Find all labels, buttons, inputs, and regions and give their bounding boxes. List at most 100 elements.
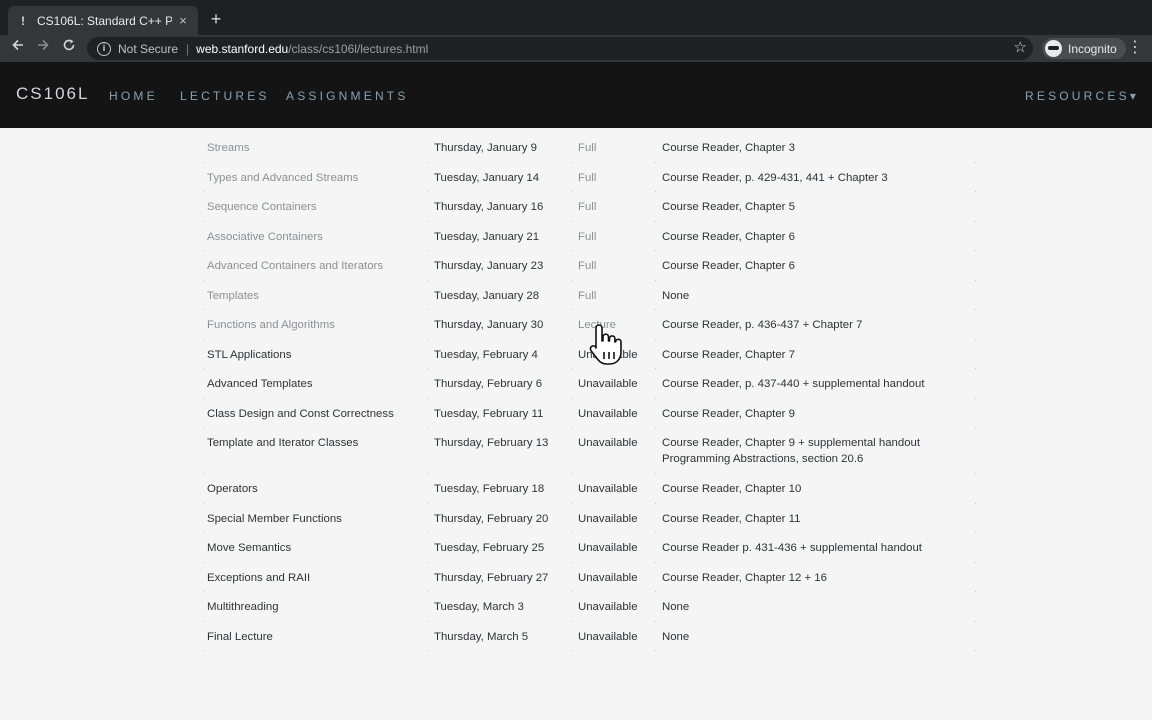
lecture-date: Tuesday, January 21 [434,231,540,243]
cell-border-dot [571,339,572,340]
kebab-menu-icon[interactable]: ⋮ [1126,36,1144,60]
lecture-date: Tuesday, February 11 [434,408,544,420]
lecture-reading: None [662,631,690,643]
cell-border-dot [571,473,572,474]
profile-label: Incognito [1068,41,1117,56]
cell-border-dot [571,250,572,251]
lecture-reading: Course Reader, Chapter 12 + 16 [662,572,827,584]
lecture-status[interactable]: Full [578,170,596,186]
cell-border-dot [427,221,428,222]
cell-border-dot [571,309,572,310]
cell-border-dot [203,427,204,428]
cell-border-dot [571,427,572,428]
lecture-status: Unavailable [578,437,638,449]
cell-border-dot [655,532,656,533]
lecture-reading: Course Reader, Chapter 3 [662,142,795,154]
cell-border-dot [975,368,976,369]
browser-tab-strip: ! CS106L: Standard C++ Program × + [0,0,1152,35]
cell-border-dot [975,162,976,163]
back-arrow-icon[interactable] [6,36,30,60]
lecture-topic: Streams [207,142,250,154]
lecture-topic: Templates [207,290,259,302]
lecture-reading: Course Reader p. 431-436 + supplemental … [662,542,922,554]
lecture-topic: Special Member Functions [207,513,342,525]
cell-border-dot [655,368,656,369]
cell-border-dot [975,250,976,251]
cell-border-dot [975,621,976,622]
lecture-topic: Advanced Templates [207,378,313,390]
lecture-reading: Course Reader, Chapter 10 [662,483,802,495]
cell-border-dot [427,650,428,651]
cell-border-dot [975,221,976,222]
cell-border-dot [975,562,976,563]
cell-border-dot [975,532,976,533]
cell-border-dot [427,309,428,310]
cell-border-dot [203,398,204,399]
cell-border-dot [655,221,656,222]
site-brand[interactable]: CS106L [16,84,89,104]
lecture-status[interactable]: Full [578,199,596,215]
browser-tab[interactable]: ! CS106L: Standard C++ Program × [8,6,198,35]
cell-border-dot [571,280,572,281]
lecture-reading: None [662,601,690,613]
new-tab-icon[interactable]: + [206,8,226,30]
star-icon[interactable]: ☆ [1014,40,1027,56]
cell-border-dot [655,191,656,192]
cell-border-dot [655,427,656,428]
nav-home[interactable]: HOME [109,89,158,103]
lecture-reading: Course Reader, Chapter 9 [662,408,795,420]
lecture-date: Tuesday, February 25 [434,542,545,554]
cell-border-dot [571,503,572,504]
lecture-reading: Course Reader, Chapter 6 [662,260,795,272]
incognito-profile-button[interactable]: Incognito [1042,38,1126,59]
lecture-status[interactable]: Full [578,288,596,304]
cell-border-dot [571,532,572,533]
incognito-icon [1045,40,1062,57]
cell-border-dot [655,339,656,340]
cell-border-dot [975,309,976,310]
lecture-date: Thursday, February 27 [434,572,549,584]
reload-icon[interactable] [57,36,81,60]
lecture-topic: Associative Containers [207,231,323,243]
cell-border-dot [203,191,204,192]
cell-border-dot [203,591,204,592]
forward-arrow-icon[interactable] [31,36,55,60]
lecture-status[interactable]: Full [578,140,596,156]
lecture-topic: Class Design and Const Correctness [207,408,394,420]
hand-cursor-icon [589,324,622,365]
cell-border-dot [427,368,428,369]
cell-border-dot [655,280,656,281]
lecture-topic: Template and Iterator Classes [207,437,359,449]
close-tab-icon[interactable]: × [176,13,190,28]
cell-border-dot [203,503,204,504]
cell-border-dot [427,280,428,281]
cell-border-dot [655,562,656,563]
lecture-topic: STL Applications [207,349,292,361]
address-bar[interactable]: i Not Secure | web.stanford.edu /class/c… [87,37,1033,60]
info-icon[interactable]: i [97,41,111,56]
nav-lectures[interactable]: LECTURES [180,89,270,103]
lecture-status: Unavailable [578,483,638,495]
nav-resources-dropdown[interactable]: RESOURCES▾ [1025,89,1139,103]
lecture-status[interactable]: Full [578,229,596,245]
cell-border-dot [655,162,656,163]
cell-border-dot [655,398,656,399]
cell-border-dot [427,162,428,163]
lecture-date: Thursday, January 9 [434,142,537,154]
lecture-reading: Course Reader, Chapter 9 + supplemental … [662,437,921,449]
cell-border-dot [427,591,428,592]
lecture-status: Unavailable [578,513,638,525]
cell-border-dot [203,368,204,369]
cell-border-dot [203,532,204,533]
nav-assignments[interactable]: ASSIGNMENTS [286,89,409,103]
cell-border-dot [571,591,572,592]
lecture-reading-extra: Programming Abstractions, section 20.6 [662,453,864,465]
cell-border-dot [427,562,428,563]
lecture-date: Tuesday, January 14 [434,172,540,184]
cell-border-dot [203,473,204,474]
cell-border-dot [975,473,976,474]
lecture-status[interactable]: Full [578,258,596,274]
lecture-status: Unavailable [578,572,638,584]
lecture-date: Tuesday, February 4 [434,349,538,361]
url-path: /class/cs106l/lectures.html [288,41,429,56]
